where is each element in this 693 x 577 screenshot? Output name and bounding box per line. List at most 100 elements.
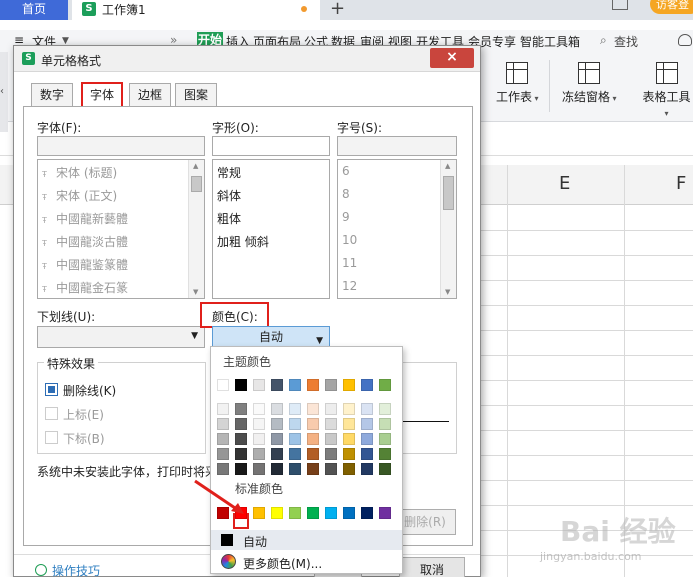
- theme-shade-swatch[interactable]: [235, 448, 247, 460]
- standard-color-swatch[interactable]: [361, 507, 373, 519]
- list-item[interactable]: 斜体: [217, 187, 241, 204]
- theme-shade-swatch[interactable]: [253, 463, 265, 475]
- list-item[interactable]: 12: [342, 279, 357, 293]
- superscript-checkbox[interactable]: [45, 407, 58, 420]
- theme-shade-swatch[interactable]: [307, 418, 319, 430]
- theme-shade-swatch[interactable]: [325, 448, 337, 460]
- theme-shade-swatch[interactable]: [271, 463, 283, 475]
- strikethrough-checkbox[interactable]: [45, 383, 58, 396]
- theme-shade-swatch[interactable]: [361, 463, 373, 475]
- tab-home[interactable]: 首页: [0, 0, 68, 20]
- theme-shade-swatch[interactable]: [253, 418, 265, 430]
- cancel-button[interactable]: 取消: [399, 557, 465, 577]
- theme-shade-swatch[interactable]: [289, 433, 301, 445]
- list-item[interactable]: 11: [342, 256, 357, 270]
- automatic-color-option[interactable]: 自动: [211, 530, 402, 550]
- list-item[interactable]: 8: [342, 187, 350, 201]
- theme-shade-swatch[interactable]: [217, 433, 229, 445]
- theme-shade-swatch[interactable]: [379, 448, 391, 460]
- theme-shade-swatch[interactable]: [307, 448, 319, 460]
- theme-shade-swatch[interactable]: [325, 433, 337, 445]
- tab-pattern[interactable]: 图案: [175, 83, 217, 107]
- theme-shade-swatch[interactable]: [271, 403, 283, 415]
- theme-color-swatch[interactable]: [325, 379, 337, 391]
- theme-shade-swatch[interactable]: [253, 448, 265, 460]
- theme-color-swatch[interactable]: [235, 379, 247, 391]
- standard-color-swatch[interactable]: [343, 507, 355, 519]
- cloud-icon[interactable]: [678, 34, 692, 46]
- list-item[interactable]: 常规: [217, 164, 241, 181]
- theme-shade-swatch[interactable]: [325, 418, 337, 430]
- tab-workbook[interactable]: S 工作簿1: [72, 0, 320, 20]
- underline-select[interactable]: ▼: [37, 326, 205, 348]
- search-label[interactable]: 查找: [614, 33, 638, 50]
- tips-icon[interactable]: [35, 564, 47, 576]
- size-list-scrollbar[interactable]: ▲ ▼: [440, 160, 456, 298]
- theme-shade-swatch[interactable]: [325, 463, 337, 475]
- worksheet-button[interactable]: 工作表 ▾: [496, 62, 539, 105]
- theme-shade-swatch[interactable]: [361, 433, 373, 445]
- theme-color-swatch[interactable]: [361, 379, 373, 391]
- theme-shade-swatch[interactable]: [271, 418, 283, 430]
- standard-color-swatch[interactable]: [307, 507, 319, 519]
- add-tab-button[interactable]: +: [330, 0, 345, 19]
- size-list[interactable]: 6 8 9 10 11 12 ▲ ▼: [337, 159, 457, 299]
- theme-shade-swatch[interactable]: [289, 403, 301, 415]
- font-list[interactable]: Ŧ 宋体 (标题) Ŧ 宋体 (正文) Ŧ 中國龍新藝體 Ŧ 中國龍淡古體 Ŧ 中國龍鉴篆…: [37, 159, 205, 299]
- theme-shade-swatch[interactable]: [307, 433, 319, 445]
- theme-shade-swatch[interactable]: [217, 403, 229, 415]
- standard-color-swatch[interactable]: [289, 507, 301, 519]
- list-item[interactable]: 粗体: [217, 210, 241, 227]
- theme-shade-swatch[interactable]: [343, 463, 355, 475]
- tab-border[interactable]: 边框: [129, 83, 171, 107]
- theme-shade-swatch[interactable]: [307, 403, 319, 415]
- theme-color-swatch[interactable]: [271, 379, 283, 391]
- list-item[interactable]: Ŧ 宋体 (标题): [42, 164, 117, 181]
- theme-shade-swatch[interactable]: [217, 418, 229, 430]
- theme-shade-swatch[interactable]: [307, 463, 319, 475]
- subscript-checkbox[interactable]: [45, 431, 58, 444]
- standard-color-swatch[interactable]: [235, 507, 247, 519]
- list-item[interactable]: 9: [342, 210, 350, 224]
- more-colors-option[interactable]: 更多颜色(M)...: [211, 551, 402, 573]
- theme-color-swatch[interactable]: [307, 379, 319, 391]
- theme-shade-swatch[interactable]: [379, 418, 391, 430]
- theme-color-swatch[interactable]: [253, 379, 265, 391]
- style-input[interactable]: [212, 136, 330, 156]
- standard-color-swatch[interactable]: [217, 507, 229, 519]
- list-item[interactable]: 10: [342, 233, 357, 247]
- tips-link[interactable]: 操作技巧: [52, 562, 100, 577]
- standard-color-swatch[interactable]: [271, 507, 283, 519]
- tab-font[interactable]: 字体: [81, 82, 123, 108]
- column-header-e[interactable]: E: [559, 173, 570, 194]
- tab-number[interactable]: 数字: [31, 83, 73, 107]
- theme-shade-swatch[interactable]: [325, 403, 337, 415]
- font-list-scrollbar[interactable]: ▲ ▼: [188, 160, 204, 298]
- theme-color-swatch[interactable]: [343, 379, 355, 391]
- theme-shade-swatch[interactable]: [271, 448, 283, 460]
- list-item[interactable]: 6: [342, 164, 350, 178]
- theme-shade-swatch[interactable]: [253, 433, 265, 445]
- theme-shade-swatch[interactable]: [289, 448, 301, 460]
- theme-shade-swatch[interactable]: [361, 448, 373, 460]
- theme-shade-swatch[interactable]: [343, 418, 355, 430]
- list-item[interactable]: Ŧ 中國龍新藝體: [42, 210, 128, 227]
- theme-shade-swatch[interactable]: [235, 433, 247, 445]
- list-item[interactable]: Ŧ 中國龍淡古體: [42, 233, 128, 250]
- list-item[interactable]: 加粗 倾斜: [217, 233, 269, 250]
- theme-shade-swatch[interactable]: [379, 463, 391, 475]
- list-item[interactable]: Ŧ 中國龍鉴篆體: [42, 256, 128, 273]
- chevron-left-icon[interactable]: ‹: [0, 86, 4, 97]
- theme-color-swatch[interactable]: [217, 379, 229, 391]
- theme-shade-swatch[interactable]: [343, 403, 355, 415]
- list-item[interactable]: Ŧ 宋体 (正文): [42, 187, 117, 204]
- close-button[interactable]: ×: [430, 48, 474, 68]
- window-icon[interactable]: [612, 0, 628, 10]
- theme-shade-swatch[interactable]: [235, 418, 247, 430]
- list-item[interactable]: Ŧ 中國龍金石篆: [42, 279, 128, 296]
- column-header-f[interactable]: F: [676, 173, 686, 194]
- theme-shade-swatch[interactable]: [343, 433, 355, 445]
- theme-shade-swatch[interactable]: [361, 403, 373, 415]
- theme-shade-swatch[interactable]: [379, 433, 391, 445]
- theme-color-swatch[interactable]: [379, 379, 391, 391]
